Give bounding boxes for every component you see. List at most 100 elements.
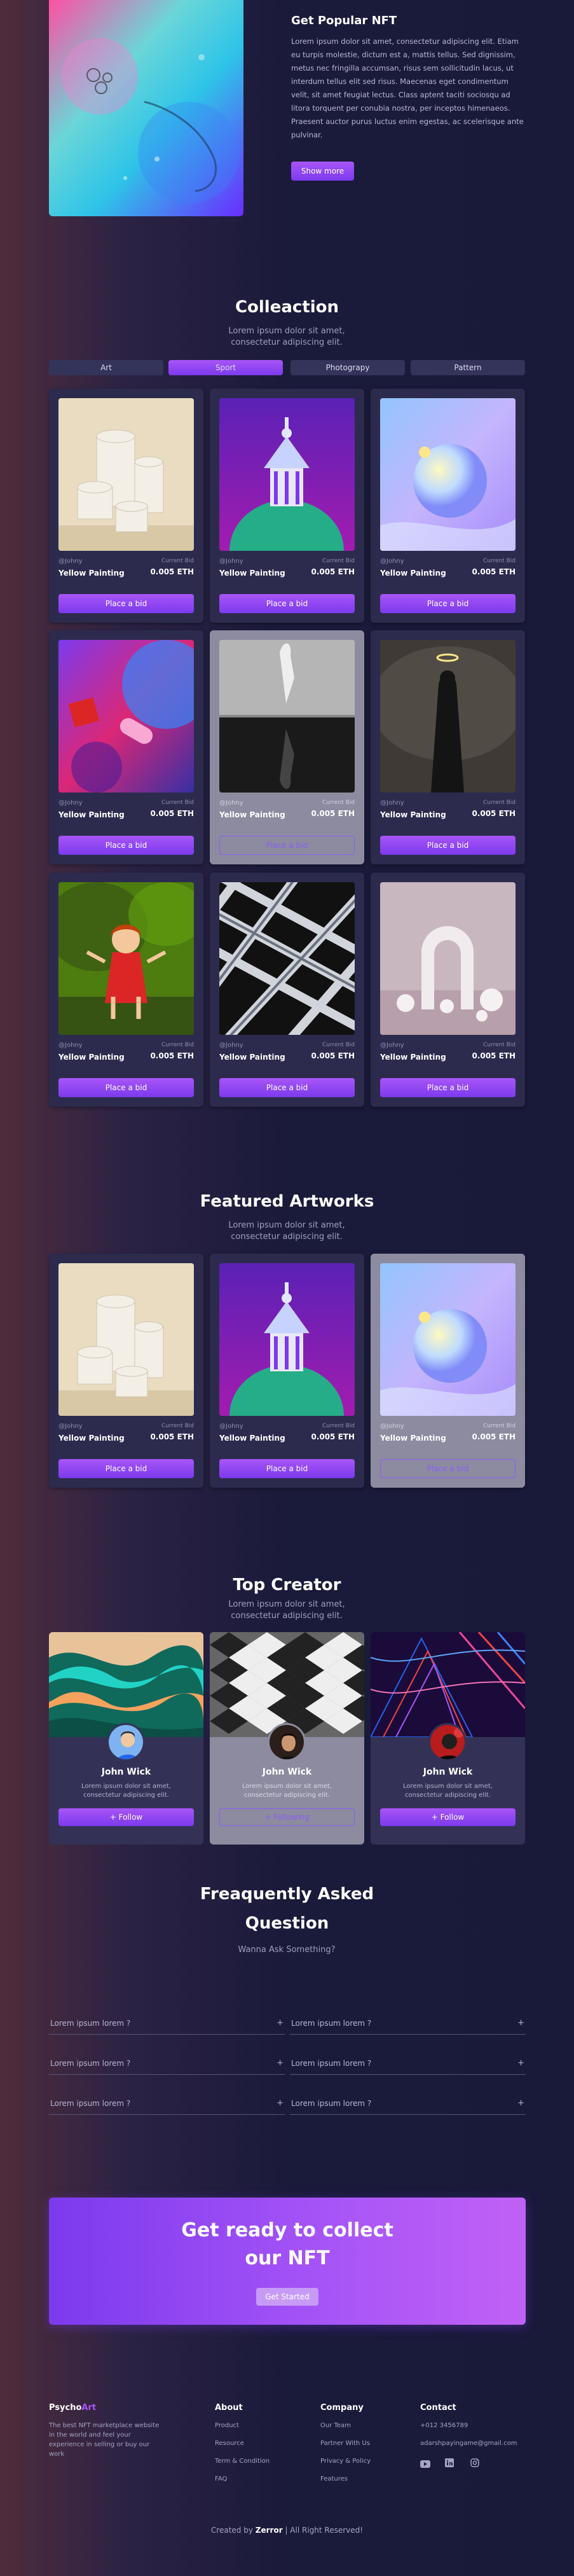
faq-item[interactable]: Lorem ipsum lorem ? +	[49, 2092, 285, 2115]
current-bid-label: Current Bid	[482, 558, 516, 564]
nft-card[interactable]: @Johny Current Bid Yellow Painting 0.005 ET…	[210, 873, 364, 1107]
footer-email[interactable]: adarshpayingame@gmail.com	[420, 2440, 517, 2447]
nft-author[interactable]: @Johny	[380, 1042, 404, 1049]
cta-title-line1: Get ready to collect	[181, 2219, 393, 2241]
nft-author[interactable]: @Johny	[380, 800, 404, 807]
place-bid-button[interactable]: Place a bid	[219, 836, 355, 855]
nft-card[interactable]: @Johny Current Bid Yellow Painting 0.005 ET…	[210, 630, 364, 864]
nft-card[interactable]: @Johny Current Bid Yellow Painting 0.005 ET…	[49, 630, 203, 864]
nft-image[interactable]	[219, 398, 355, 551]
nft-price: 0.005 ETH	[472, 567, 516, 576]
tab-pattern[interactable]: Pattern	[411, 360, 525, 375]
faq-title-line2: Question	[245, 1914, 329, 1933]
nft-card[interactable]: @Johny Current Bid Yellow Painting 0.005 ET…	[210, 389, 364, 623]
creator-card: John Wick Lorem ipsum dolor sit amet, co…	[49, 1632, 203, 1845]
nft-author[interactable]: @Johny	[380, 1423, 404, 1430]
footer-link-privacy[interactable]: Privacy & Policy	[320, 2458, 371, 2465]
nft-author[interactable]: @Johny	[58, 800, 83, 807]
place-bid-button[interactable]: Place a bid	[219, 594, 355, 613]
faq-item[interactable]: Lorem ipsum lorem ? +	[290, 2052, 526, 2075]
copyright-name[interactable]: Zerror	[256, 2526, 283, 2535]
footer-link-team[interactable]: Our Team	[320, 2422, 351, 2429]
place-bid-button[interactable]: Place a bid	[58, 1078, 194, 1097]
nft-author[interactable]: @Johny	[219, 1423, 243, 1430]
nft-price: 0.005 ETH	[150, 809, 194, 818]
nft-card[interactable]: @Johny Current Bid Yellow Painting 0.005 ET…	[49, 873, 203, 1107]
footer-link-resource[interactable]: Resource	[215, 2440, 244, 2447]
faq-item[interactable]: Lorem ipsum lorem ? +	[49, 2012, 285, 2035]
footer-link-features[interactable]: Features	[320, 2476, 348, 2483]
nft-image[interactable]	[380, 640, 516, 793]
footer-link-terms[interactable]: Term & Condition	[215, 2458, 270, 2465]
plus-icon[interactable]: +	[517, 2098, 524, 2108]
faq-item[interactable]: Lorem ipsum lorem ? +	[49, 2052, 285, 2075]
nft-price: 0.005 ETH	[150, 567, 194, 576]
faq-item[interactable]: Lorem ipsum lorem ? +	[290, 2012, 526, 2035]
place-bid-button[interactable]: Place a bid	[380, 1078, 516, 1097]
nft-author[interactable]: @Johny	[58, 1042, 83, 1049]
current-bid-label: Current Bid	[482, 1042, 516, 1048]
nft-card[interactable]: @Johny Current Bid Yellow Painting 0.005 ET…	[371, 630, 525, 864]
nft-card[interactable]: @Johny Current Bid Yellow Painting 0.005 ET…	[371, 873, 525, 1107]
linkedin-icon[interactable]	[445, 2458, 454, 2467]
nft-card[interactable]: @Johny Current Bid Yellow Painting 0.005 ET…	[210, 1254, 364, 1488]
follow-button[interactable]: + Follow	[380, 1808, 516, 1826]
follow-button[interactable]: + Follow	[58, 1808, 194, 1826]
hero-image	[49, 0, 243, 216]
nft-image[interactable]	[58, 882, 194, 1035]
footer-link-partner[interactable]: Partner With Us	[320, 2440, 370, 2447]
nft-author[interactable]: @Johny	[58, 558, 83, 565]
place-bid-button[interactable]: Place a bid	[58, 594, 194, 613]
instagram-icon[interactable]	[470, 2458, 479, 2467]
footer-link-faq[interactable]: FAQ	[215, 2476, 227, 2483]
nft-image[interactable]	[380, 1263, 516, 1416]
creator-name: John Wick	[262, 1767, 312, 1777]
footer-link-product[interactable]: Product	[215, 2422, 239, 2429]
place-bid-button[interactable]: Place a bid	[380, 836, 516, 855]
nft-image[interactable]	[219, 882, 355, 1035]
plus-icon[interactable]: +	[517, 2018, 524, 2028]
plus-icon[interactable]: +	[277, 2018, 284, 2028]
plus-icon[interactable]: +	[277, 2058, 284, 2068]
place-bid-button[interactable]: Place a bid	[380, 1459, 516, 1478]
footer-company-title: Company	[320, 2403, 364, 2413]
nft-card[interactable]: @Johny Current Bid Yellow Painting 0.005 ET…	[49, 389, 203, 623]
show-more-button[interactable]: Show more	[291, 162, 354, 181]
footer-phone[interactable]: +012 3456789	[420, 2422, 468, 2429]
nft-author[interactable]: @Johny	[219, 558, 243, 565]
nft-author[interactable]: @Johny	[219, 1042, 243, 1049]
nft-author[interactable]: @Johny	[380, 558, 404, 565]
place-bid-button[interactable]: Place a bid	[380, 594, 516, 613]
nft-image[interactable]	[380, 882, 516, 1035]
nft-author[interactable]: @Johny	[219, 800, 243, 807]
copyright: Created by Zerror | All Right Reserved!	[0, 2526, 574, 2535]
faq-title: Freaquently Asked Question	[0, 1880, 574, 1938]
tab-art[interactable]: Art	[49, 360, 163, 375]
nft-image[interactable]	[58, 1263, 194, 1416]
nft-author[interactable]: @Johny	[58, 1423, 83, 1430]
place-bid-button[interactable]: Place a bid	[219, 1078, 355, 1097]
faq-item[interactable]: Lorem ipsum lorem ? +	[290, 2092, 526, 2115]
nft-image[interactable]	[219, 640, 355, 793]
nft-name: Yellow Painting	[219, 1434, 285, 1443]
following-button[interactable]: + Following	[219, 1808, 355, 1826]
get-started-button[interactable]: Get Started	[256, 2288, 318, 2306]
plus-icon[interactable]: +	[277, 2098, 284, 2108]
tab-photograpy[interactable]: Photograpy	[290, 360, 405, 375]
hero-description: Lorem ipsum dolor sit amet, consectetur …	[291, 37, 524, 139]
nft-card[interactable]: @Johny Current Bid Yellow Painting 0.005 ET…	[49, 1254, 203, 1488]
nft-card[interactable]: @Johny Current Bid Yellow Painting 0.005 ET…	[371, 389, 525, 623]
nft-image[interactable]	[58, 640, 194, 793]
tab-sport[interactable]: Sport	[168, 360, 283, 375]
nft-image[interactable]	[380, 398, 516, 551]
nft-card[interactable]: @Johny Current Bid Yellow Painting 0.005 ET…	[371, 1254, 525, 1488]
plus-icon[interactable]: +	[517, 2058, 524, 2068]
place-bid-button[interactable]: Place a bid	[58, 1459, 194, 1478]
place-bid-button[interactable]: Place a bid	[58, 836, 194, 855]
nft-price: 0.005 ETH	[472, 1432, 516, 1441]
nft-image[interactable]	[58, 398, 194, 551]
nft-name: Yellow Painting	[58, 1053, 125, 1062]
youtube-icon[interactable]	[420, 2458, 430, 2468]
nft-image[interactable]	[219, 1263, 355, 1416]
place-bid-button[interactable]: Place a bid	[219, 1459, 355, 1478]
